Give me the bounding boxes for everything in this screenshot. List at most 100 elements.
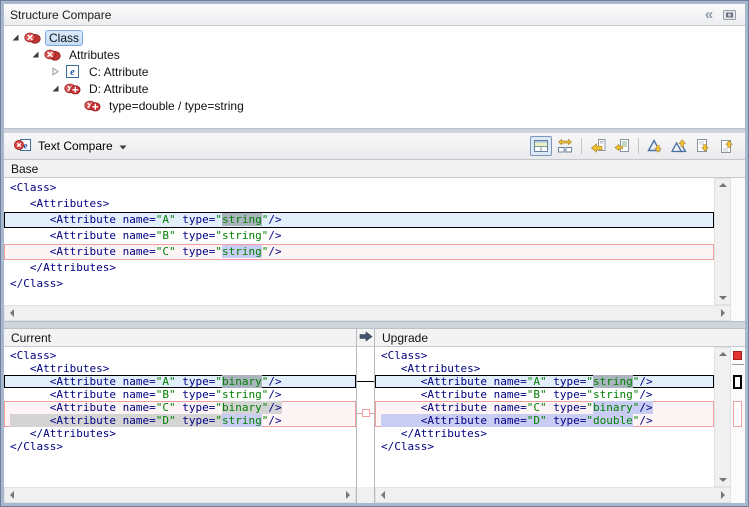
expanded-expander-icon[interactable]	[50, 84, 60, 94]
current-pane: Current <Class> <Attributes> <Attribute …	[4, 329, 356, 503]
upgrade-vertical-scrollbar[interactable]	[714, 347, 731, 487]
compare-editor: Structure Compare « ClassAttributeseC: A…	[4, 4, 745, 503]
tree-item-attributes[interactable]: Attributes	[4, 46, 745, 63]
overview-ruler	[731, 347, 745, 487]
code-line[interactable]: <Attributes>	[4, 196, 714, 212]
conflict-icon	[23, 32, 41, 44]
tree-item-label: Attributes	[65, 47, 124, 63]
toolbar-separator	[581, 138, 582, 154]
collapse-all-icon[interactable]: «	[699, 6, 719, 24]
toolbar-separator	[638, 138, 639, 154]
tree-item-label: C: Attribute	[85, 64, 152, 80]
overview-selected-diff-marker[interactable]	[733, 375, 742, 389]
scroll-right-icon[interactable]	[721, 491, 725, 499]
upgrade-pane-header: Upgrade	[375, 329, 745, 347]
expanded-expander-icon[interactable]	[10, 33, 20, 43]
code-line[interactable]: </Class>	[4, 440, 356, 453]
tree-item-class[interactable]: Class	[4, 29, 745, 46]
structure-compare-header: Structure Compare «	[4, 4, 745, 26]
toggle-ancestor-pane-button[interactable]	[530, 136, 552, 156]
base-pane: <Class> <Attributes> <Attribute name="A"…	[4, 178, 745, 305]
previous-change-button[interactable]	[716, 136, 738, 156]
base-vertical-scrollbar[interactable]	[714, 178, 731, 305]
scroll-right-icon[interactable]	[346, 491, 350, 499]
previous-difference-button[interactable]	[668, 136, 690, 156]
base-pane-title: Base	[11, 162, 38, 176]
scroll-left-icon[interactable]	[381, 491, 385, 499]
code-line[interactable]: </Attributes>	[4, 427, 356, 440]
code-line[interactable]: <Attribute name="B" type="string"/>	[4, 388, 356, 401]
side-by-side-panes: Current <Class> <Attributes> <Attribute …	[4, 329, 745, 503]
scroll-down-icon[interactable]	[719, 296, 727, 300]
gutter-footer	[357, 487, 374, 503]
code-line[interactable]: </Class>	[375, 440, 714, 453]
scroll-left-icon[interactable]	[10, 491, 14, 499]
next-change-button[interactable]	[692, 136, 714, 156]
conflict-add-icon	[83, 100, 101, 112]
scroll-right-icon[interactable]	[721, 309, 725, 317]
code-line[interactable]: </Attributes>	[375, 427, 714, 440]
swap-left-right-button[interactable]	[554, 136, 576, 156]
structure-compare-title: Structure Compare	[10, 8, 111, 22]
code-line[interactable]: <Attribute name="A" type="string"/>	[375, 375, 714, 388]
code-line[interactable]: <Class>	[375, 349, 714, 362]
viewer-selector-label: Text Compare	[38, 139, 113, 153]
gutter-connectors	[357, 347, 374, 487]
base-scroll-corner	[731, 178, 745, 305]
structure-compare-tree[interactable]: ClassAttributeseC: AttributeD: Attribute…	[4, 26, 745, 128]
code-line[interactable]: <Attribute name="A" type="binary"/>	[4, 375, 356, 388]
code-line[interactable]: <Attribute name="C" type="string"/>	[4, 244, 714, 260]
upgrade-hscroll-corner	[731, 487, 745, 503]
conflict-add-icon	[63, 83, 81, 95]
current-horizontal-scrollbar[interactable]	[4, 487, 356, 503]
view-menu-icon[interactable]	[719, 6, 739, 24]
code-line[interactable]: <Attribute name="A" type="string"/>	[4, 212, 714, 228]
tree-item-type-double-type-string[interactable]: type=double / type=string	[4, 97, 745, 114]
viewer-selector-dropdown[interactable]: e Text Compare	[10, 136, 131, 157]
compare-actions-toolbar	[529, 136, 739, 156]
tree-item-d-attribute[interactable]: D: Attribute	[4, 80, 745, 97]
diff-connector-gutter	[356, 329, 375, 503]
base-code-editor[interactable]: <Class> <Attributes> <Attribute name="A"…	[4, 178, 714, 305]
scroll-down-icon[interactable]	[719, 478, 727, 482]
base-hscroll-row	[4, 305, 745, 321]
copy-all-right-to-left-button[interactable]	[587, 136, 609, 156]
code-line[interactable]: </Class>	[4, 276, 714, 292]
code-line[interactable]: <Attribute name="B" type="string"/>	[4, 228, 714, 244]
code-line[interactable]: <Attribute name="C" type="binary"/>	[4, 401, 356, 414]
horizontal-sash-2[interactable]	[4, 321, 745, 329]
code-line[interactable]: </Attributes>	[4, 260, 714, 276]
code-line[interactable]: <Attributes>	[375, 362, 714, 375]
selected-diff-connector	[357, 381, 374, 382]
expanded-expander-icon[interactable]	[30, 50, 40, 60]
overview-diff-marker[interactable]	[733, 401, 742, 427]
code-line[interactable]: <Attribute name="D" type="double"/>	[375, 414, 714, 427]
tree-item-c-attribute[interactable]: eC: Attribute	[4, 63, 745, 80]
tree-item-label: type=double / type=string	[105, 98, 248, 114]
current-hscroll-row	[4, 487, 356, 503]
next-difference-button[interactable]	[644, 136, 666, 156]
current-pane-header: Current	[4, 329, 356, 347]
code-line[interactable]: <Attribute name="C" type="binary"/>	[375, 401, 714, 414]
base-pane-header: Base	[4, 160, 745, 178]
code-line[interactable]: <Attribute name="B" type="string"/>	[375, 388, 714, 401]
code-line[interactable]: <Class>	[4, 349, 356, 362]
scroll-up-icon[interactable]	[719, 183, 727, 187]
copy-current-change-right-to-left-button[interactable]	[611, 136, 633, 156]
diff-connector-handle[interactable]	[362, 409, 370, 417]
code-line[interactable]: <Attribute name="D" type="string"/>	[4, 414, 356, 427]
current-code-editor[interactable]: <Class> <Attributes> <Attribute name="A"…	[4, 347, 356, 487]
scroll-up-icon[interactable]	[719, 352, 727, 356]
gutter-header	[357, 329, 374, 347]
upgrade-code-editor[interactable]: <Class> <Attributes> <Attribute name="A"…	[375, 347, 714, 487]
scroll-left-icon[interactable]	[10, 309, 14, 317]
base-horizontal-scrollbar[interactable]	[4, 305, 731, 321]
code-line[interactable]: <Class>	[4, 180, 714, 196]
change-direction-icon[interactable]	[359, 329, 373, 347]
overview-conflict-marker[interactable]	[733, 351, 742, 360]
text-compare-icon: e	[14, 138, 32, 155]
code-line[interactable]: <Attributes>	[4, 362, 356, 375]
upgrade-horizontal-scrollbar[interactable]	[375, 487, 731, 503]
tree-item-label: Class	[45, 30, 83, 46]
collapsed-expander-icon[interactable]	[50, 67, 60, 77]
